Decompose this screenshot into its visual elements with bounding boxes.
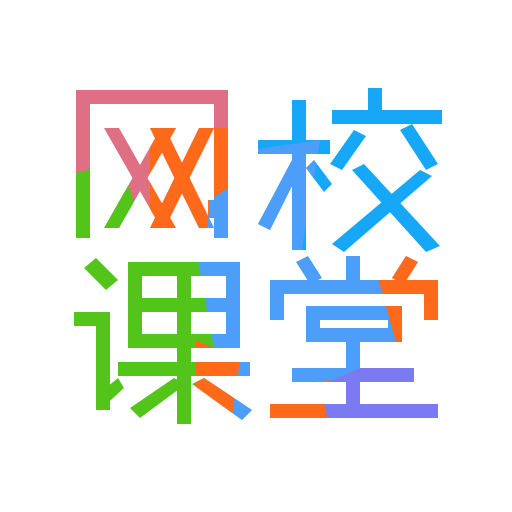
app-icon: 网 校 课 堂 bbox=[0, 0, 512, 512]
char-wang-glyph bbox=[76, 90, 228, 238]
char-xiao-glyph bbox=[258, 88, 442, 252]
char-tang-glyph bbox=[270, 256, 438, 418]
wangxiao-ketang-logo bbox=[74, 88, 442, 424]
char-ke-glyph bbox=[74, 258, 252, 424]
